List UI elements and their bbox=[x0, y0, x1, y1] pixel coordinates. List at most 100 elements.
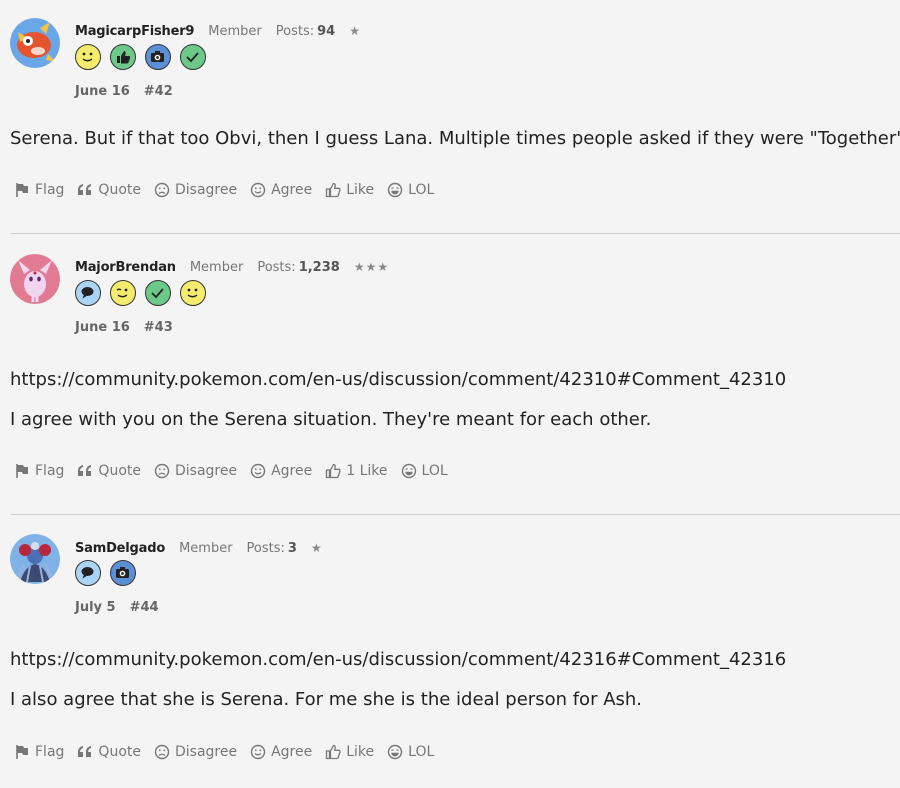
like-button[interactable]: Like bbox=[325, 182, 374, 198]
rank-stars: ★★★ bbox=[353, 260, 390, 274]
agree-label: Agree bbox=[271, 182, 313, 198]
post-date[interactable]: July 5 bbox=[75, 600, 116, 615]
flag-button[interactable]: Flag bbox=[14, 744, 64, 760]
post-number[interactable]: #42 bbox=[144, 84, 173, 99]
flag-label: Flag bbox=[35, 182, 65, 198]
comment-divider bbox=[11, 233, 900, 234]
flag-button[interactable]: Flag bbox=[14, 182, 64, 198]
wink-badge[interactable] bbox=[110, 280, 136, 306]
author-meta: MagicarpFisher9 Member Posts: 94 ★ bbox=[75, 22, 361, 40]
agree-button[interactable]: Agree bbox=[250, 463, 312, 479]
username[interactable]: MajorBrendan bbox=[75, 260, 176, 275]
comment-divider bbox=[11, 514, 900, 515]
lol-icon bbox=[387, 182, 403, 198]
reaction-bar: Flag Quote Disagree Agree Like LOL bbox=[14, 180, 447, 200]
lol-button[interactable]: LOL bbox=[401, 463, 448, 479]
lol-icon bbox=[387, 744, 403, 760]
comment-body: I also agree that she is Serena. For me … bbox=[10, 689, 643, 710]
lol-label: LOL bbox=[408, 744, 435, 760]
posts-label: Posts: bbox=[257, 259, 296, 275]
post-date[interactable]: June 16 bbox=[75, 84, 130, 99]
quote-button[interactable]: Quote bbox=[77, 744, 141, 760]
username[interactable]: SamDelgado bbox=[75, 541, 165, 556]
lol-label: LOL bbox=[408, 182, 435, 198]
agree-icon bbox=[250, 182, 266, 198]
posts-label: Posts: bbox=[246, 540, 285, 556]
disagree-button[interactable]: Disagree bbox=[154, 744, 237, 760]
quote-label: Quote bbox=[98, 182, 141, 198]
badge-row bbox=[75, 280, 206, 306]
comment-link[interactable]: https://community.pokemon.com/en-us/disc… bbox=[10, 648, 786, 672]
user-role: Member bbox=[189, 259, 244, 275]
badge-row bbox=[75, 560, 136, 586]
agree-icon bbox=[250, 744, 266, 760]
like-icon bbox=[325, 182, 341, 198]
flag-label: Flag bbox=[35, 744, 65, 760]
reaction-bar: Flag Quote Disagree Agree 1 Like LOL bbox=[14, 461, 461, 481]
quote-label: Quote bbox=[98, 744, 141, 760]
post-number[interactable]: #43 bbox=[144, 320, 173, 335]
flag-icon bbox=[14, 744, 30, 760]
lol-button[interactable]: LOL bbox=[387, 182, 434, 198]
checkmark-badge[interactable] bbox=[180, 44, 206, 70]
disagree-label: Disagree bbox=[174, 744, 238, 760]
posts-count: 3 bbox=[287, 540, 297, 556]
lol-icon bbox=[401, 463, 417, 479]
like-button[interactable]: 1 Like bbox=[325, 463, 388, 479]
author-meta: MajorBrendan Member Posts: 1,238 ★★★ bbox=[75, 258, 389, 276]
post-info: June 16 #43 bbox=[75, 318, 173, 336]
flag-label: Flag bbox=[35, 463, 65, 479]
checkmark-badge[interactable] bbox=[145, 280, 171, 306]
disagree-button[interactable]: Disagree bbox=[154, 463, 237, 479]
camera-badge[interactable] bbox=[110, 560, 136, 586]
speech-bubble-badge[interactable] bbox=[75, 280, 101, 306]
flag-button[interactable]: Flag bbox=[14, 463, 64, 479]
speech-bubble-badge[interactable] bbox=[75, 560, 101, 586]
reaction-bar: Flag Quote Disagree Agree Like LOL bbox=[14, 742, 447, 762]
like-icon bbox=[325, 463, 341, 479]
agree-button[interactable]: Agree bbox=[250, 182, 312, 198]
agree-button[interactable]: Agree bbox=[250, 744, 312, 760]
smiley-badge[interactable] bbox=[75, 44, 101, 70]
disagree-button[interactable]: Disagree bbox=[154, 182, 237, 198]
lol-label: LOL bbox=[421, 463, 448, 479]
rank-stars: ★ bbox=[310, 541, 323, 555]
comment-body: Serena. But if that too Obvi, then I gue… bbox=[10, 128, 900, 149]
flag-icon bbox=[14, 182, 30, 198]
quote-button[interactable]: Quote bbox=[77, 182, 141, 198]
avatar[interactable] bbox=[10, 18, 60, 68]
disagree-icon bbox=[154, 744, 170, 760]
post-info: July 5 #44 bbox=[75, 598, 159, 616]
quote-label: Quote bbox=[98, 463, 141, 479]
quote-icon bbox=[77, 463, 93, 479]
avatar[interactable] bbox=[10, 534, 60, 584]
avatar[interactable] bbox=[10, 254, 60, 304]
agree-label: Agree bbox=[271, 463, 313, 479]
smiley-badge[interactable] bbox=[180, 280, 206, 306]
quote-icon bbox=[77, 744, 93, 760]
agree-icon bbox=[250, 463, 266, 479]
post-date[interactable]: June 16 bbox=[75, 320, 130, 335]
like-label: 1 Like bbox=[346, 463, 388, 479]
badge-row bbox=[75, 44, 206, 70]
flag-icon bbox=[14, 463, 30, 479]
disagree-icon bbox=[154, 182, 170, 198]
post-number[interactable]: #44 bbox=[130, 600, 159, 615]
posts-label: Posts: bbox=[275, 23, 315, 39]
lol-button[interactable]: LOL bbox=[387, 744, 434, 760]
posts-count: 1,238 bbox=[298, 259, 340, 275]
like-label: Like bbox=[346, 744, 375, 760]
comment-body: I agree with you on the Serena situation… bbox=[10, 409, 652, 430]
like-icon bbox=[325, 744, 341, 760]
username[interactable]: MagicarpFisher9 bbox=[75, 24, 194, 39]
posts-count: 94 bbox=[317, 23, 336, 39]
like-button[interactable]: Like bbox=[325, 744, 374, 760]
post-info: June 16 #42 bbox=[75, 82, 173, 100]
rank-stars: ★ bbox=[349, 24, 361, 38]
thumbs-up-badge[interactable] bbox=[110, 44, 136, 70]
agree-label: Agree bbox=[271, 744, 313, 760]
camera-badge[interactable] bbox=[145, 44, 171, 70]
quote-button[interactable]: Quote bbox=[77, 463, 141, 479]
comment-link[interactable]: https://community.pokemon.com/en-us/disc… bbox=[10, 368, 786, 392]
user-role: Member bbox=[179, 540, 233, 556]
